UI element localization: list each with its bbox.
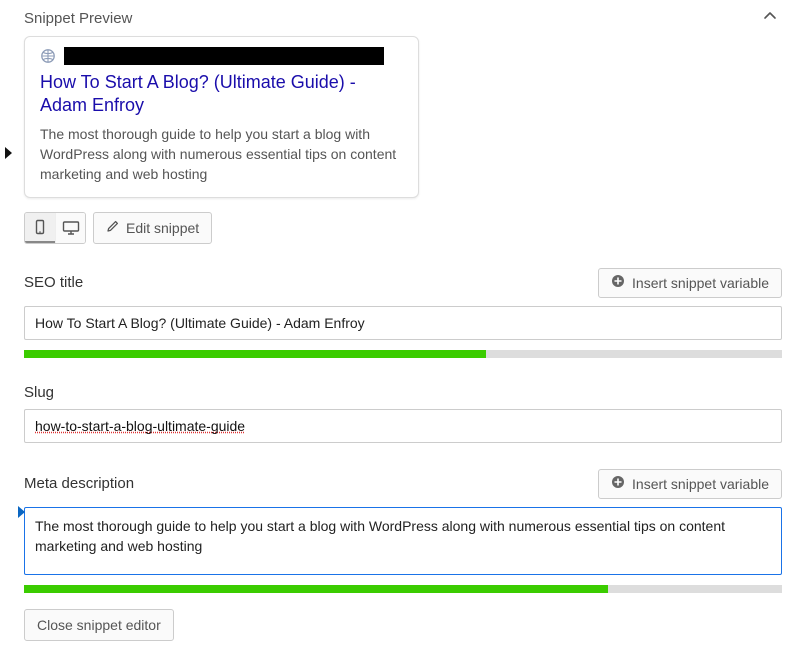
pencil-icon <box>106 219 120 236</box>
close-snippet-editor-button[interactable]: Close snippet editor <box>24 609 174 641</box>
seo-title-progress <box>24 350 782 358</box>
preview-title[interactable]: How To Start A Blog? (Ultimate Guide) - … <box>40 69 403 124</box>
meta-description-row: Meta description Insert snippet variable <box>24 469 782 503</box>
meta-description-progress <box>24 585 782 593</box>
edit-snippet-button[interactable]: Edit snippet <box>93 212 212 244</box>
insert-variable-meta-label: Insert snippet variable <box>632 476 769 492</box>
seo-title-progress-bar <box>24 350 486 358</box>
desktop-preview-button[interactable] <box>55 213 85 243</box>
insert-variable-meta-button[interactable]: Insert snippet variable <box>598 469 782 499</box>
slug-label: Slug <box>24 384 54 401</box>
meta-description-progress-bar <box>24 585 608 593</box>
seo-title-row: SEO title Insert snippet variable <box>24 268 782 302</box>
panel-title: Snippet Preview <box>24 10 132 27</box>
caret-right-blue-icon[interactable] <box>17 505 27 522</box>
close-snippet-editor-label: Close snippet editor <box>37 617 161 633</box>
preview-url-redacted <box>64 47 384 65</box>
slug-row: Slug <box>24 384 782 405</box>
edit-snippet-label: Edit snippet <box>126 220 199 236</box>
serp-preview: How To Start A Blog? (Ultimate Guide) - … <box>24 36 419 198</box>
panel-header: Snippet Preview <box>12 0 788 36</box>
seo-title-input[interactable]: How To Start A Blog? (Ultimate Guide) - … <box>24 306 782 340</box>
preview-toolbar: Edit snippet <box>12 208 788 244</box>
mobile-preview-button[interactable] <box>25 213 55 243</box>
meta-description-label: Meta description <box>24 475 134 492</box>
seo-title-label: SEO title <box>24 274 83 291</box>
plus-circle-icon <box>611 475 625 492</box>
insert-variable-seo-label: Insert snippet variable <box>632 275 769 291</box>
preview-url-row <box>40 47 403 69</box>
meta-description-input[interactable]: The most thorough guide to help you star… <box>24 507 782 576</box>
globe-icon <box>40 48 56 64</box>
chevron-up-icon[interactable] <box>762 8 778 28</box>
preview-mode-toggle <box>24 212 86 244</box>
slug-input[interactable]: how-to-start-a-blog-ultimate-guide <box>24 409 782 443</box>
insert-variable-seo-button[interactable]: Insert snippet variable <box>598 268 782 298</box>
plus-circle-icon <box>611 274 625 291</box>
caret-right-icon[interactable] <box>4 146 798 163</box>
